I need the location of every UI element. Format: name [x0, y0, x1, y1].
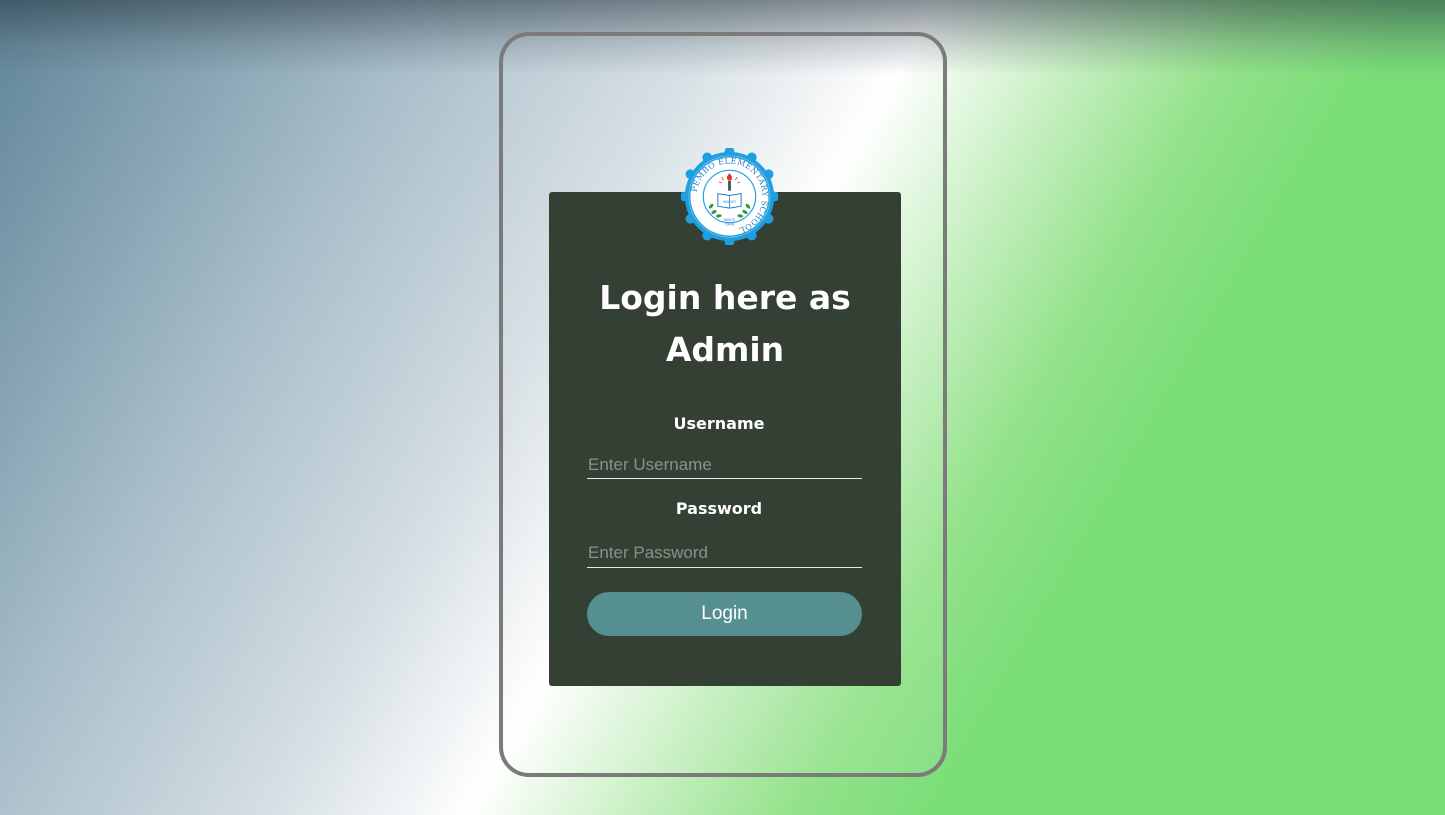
seal-book-text: MAKATI — [723, 200, 736, 204]
seal-year-text: 1949 — [725, 222, 735, 227]
login-title: Login here as Admin — [599, 278, 851, 369]
username-label: Username — [673, 414, 765, 433]
username-input[interactable] — [587, 451, 862, 479]
password-input[interactable] — [587, 538, 862, 568]
login-button[interactable]: Login — [587, 592, 862, 636]
school-seal-icon: PEMBO ELEMENTARY SCHOOL MAKATI SINCE 194… — [681, 148, 778, 245]
login-page: PEMBO ELEMENTARY SCHOOL MAKATI SINCE 194… — [0, 0, 1445, 815]
password-label: Password — [675, 499, 763, 518]
